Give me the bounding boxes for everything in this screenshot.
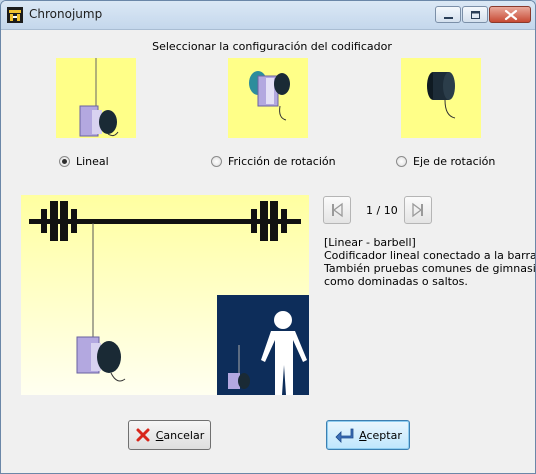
radio-eje-rotacion-label: Eje de rotación xyxy=(413,154,496,168)
maximize-icon xyxy=(471,11,480,19)
enter-arrow-icon xyxy=(335,428,354,443)
chronojump-app-icon xyxy=(7,7,23,23)
skip-forward-icon xyxy=(412,202,423,218)
radio-friccion-rotacion-dot[interactable] xyxy=(211,155,222,167)
encoder-preview-image xyxy=(21,195,309,395)
page-counter: 1 / 10 xyxy=(366,204,398,217)
radio-lineal[interactable]: Lineal xyxy=(59,153,109,169)
cancel-icon xyxy=(136,428,150,442)
window-title: Chronojump xyxy=(29,7,103,21)
maximize-button[interactable] xyxy=(462,6,488,23)
description-line: [Linear - barbell] xyxy=(324,236,416,249)
dialog-window: Chronojump Seleccionar la configuración … xyxy=(0,0,536,474)
close-button[interactable] xyxy=(489,6,531,23)
description-line: También pruebas comunes de gimnasio xyxy=(324,262,536,275)
rotary-friction-thumbnail[interactable] xyxy=(228,58,308,138)
rotary-axis-thumbnail[interactable] xyxy=(401,58,481,138)
radio-lineal-label: Lineal xyxy=(76,154,109,168)
next-button[interactable] xyxy=(404,196,432,224)
radio-lineal-dot[interactable] xyxy=(59,155,70,167)
accept-label: Aceptar xyxy=(359,428,402,442)
radio-eje-rotacion-dot[interactable] xyxy=(396,155,407,167)
title-bar[interactable]: Chronojump xyxy=(1,1,535,30)
rotary-friction-encoder-icon xyxy=(249,71,290,121)
encoder-description: [Linear - barbell] Codificador lineal co… xyxy=(324,236,536,288)
cancel-label: Cancelar xyxy=(155,428,205,442)
minimize-button[interactable] xyxy=(435,6,461,23)
description-line: Codificador lineal conectado a la barra. xyxy=(324,249,536,262)
skip-back-icon xyxy=(332,202,343,218)
cancel-button[interactable]: Cancelar xyxy=(128,420,211,450)
heading: Seleccionar la configuración del codific… xyxy=(152,40,392,53)
rotary-axis-encoder-icon xyxy=(427,72,456,119)
radio-eje-rotacion[interactable]: Eje de rotación xyxy=(396,153,495,169)
previous-button[interactable] xyxy=(323,196,351,224)
radio-friccion-rotacion[interactable]: Fricción de rotación xyxy=(211,153,336,169)
description-line: como dominadas o saltos. xyxy=(324,275,468,288)
linear-barbell-illustration xyxy=(21,195,309,395)
minimize-icon xyxy=(444,17,453,19)
accept-button[interactable]: Aceptar xyxy=(326,420,410,450)
dialog-content: Seleccionar la configuración del codific… xyxy=(7,30,536,468)
linear-encoder-thumbnail[interactable] xyxy=(56,58,136,138)
linear-encoder-icon xyxy=(79,58,119,137)
radio-friccion-rotacion-label: Fricción de rotación xyxy=(228,154,336,168)
close-icon xyxy=(504,9,518,21)
